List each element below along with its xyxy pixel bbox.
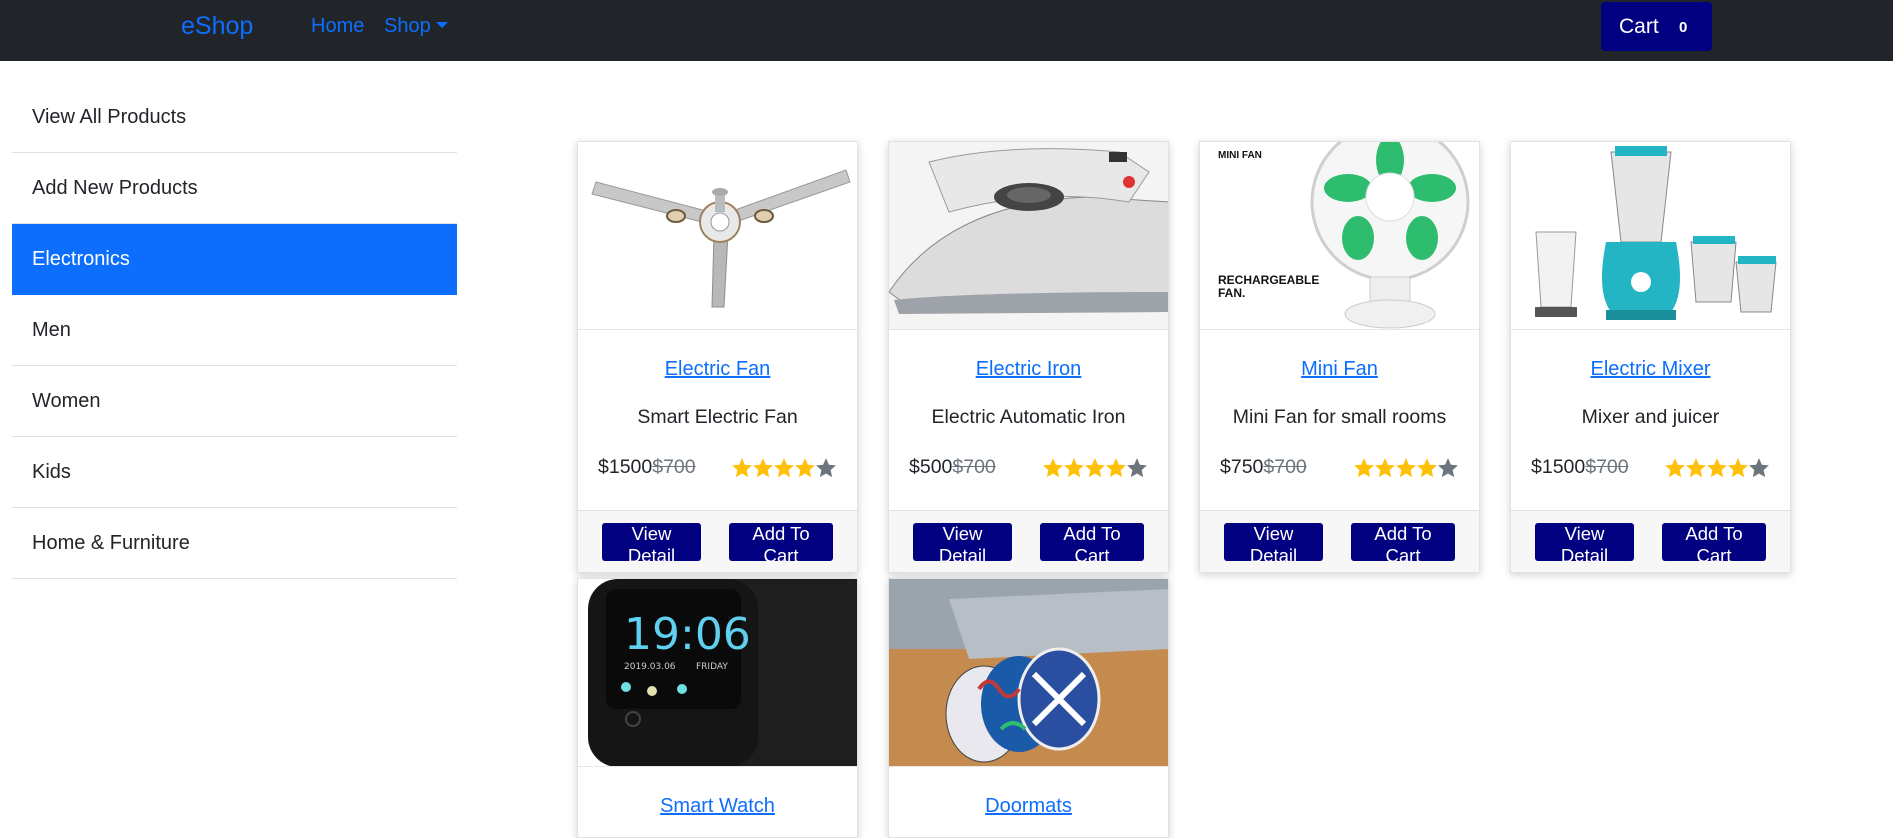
old-price: $700 (952, 456, 996, 478)
rating-stars (1665, 457, 1770, 479)
product-price: $1500$700 (598, 456, 696, 479)
product-price: $750$700 (1220, 456, 1307, 479)
add-to-cart-button[interactable]: Add To Cart (1040, 523, 1144, 566)
product-image-iron[interactable] (889, 142, 1168, 330)
add-to-cart-button[interactable]: Add To Cart (729, 523, 833, 566)
view-detail-button[interactable]: View Detail (602, 523, 701, 566)
star-empty-icon (1749, 458, 1769, 478)
product-card: Doormats (888, 578, 1169, 838)
image-text-rechargeable: RECHARGEABLE (1218, 273, 1319, 287)
product-title-link[interactable]: Electric Mixer (1511, 358, 1790, 381)
rating-stars (1043, 457, 1148, 479)
product-price: $1500$700 (1531, 456, 1629, 479)
sidebar-item-add-new-products[interactable]: Add New Products (12, 153, 457, 224)
image-text-mini-fan: MINI FAN (1218, 150, 1262, 161)
product-image-mixer[interactable] (1511, 142, 1790, 330)
cart-button[interactable]: Cart 0 (1601, 2, 1712, 51)
product-title-link[interactable]: Mini Fan (1200, 358, 1479, 381)
watch-time-text: 19:06 (624, 609, 751, 660)
star-filled-icon (1043, 458, 1063, 478)
image-text-fan: FAN. (1218, 286, 1245, 300)
star-filled-icon (732, 458, 752, 478)
sidebar-item-women[interactable]: Women (12, 366, 457, 437)
product-image-smart-watch[interactable]: 19:06 2019.03.06 FRIDAY (578, 579, 857, 767)
star-filled-icon (1064, 458, 1084, 478)
sidebar-item-view-all-products[interactable]: View All Products (12, 82, 457, 153)
product-title-link[interactable]: Electric Fan (578, 358, 857, 381)
product-image-mini-fan[interactable]: MINI FAN RECHARGEABLE FAN. (1200, 142, 1479, 330)
star-filled-icon (1707, 458, 1727, 478)
current-price: $1500 (598, 456, 653, 478)
star-filled-icon (1665, 458, 1685, 478)
star-empty-icon (816, 458, 836, 478)
cart-count-badge: 0 (1679, 19, 1688, 36)
view-detail-button[interactable]: View Detail (913, 523, 1012, 566)
product-description: Electric Automatic Iron (931, 406, 1126, 428)
star-filled-icon (774, 458, 794, 478)
rating-stars (1354, 457, 1459, 479)
star-filled-icon (1085, 458, 1105, 478)
product-card: MINI FAN RECHARGEABLE FAN. Mini Fan Mini… (1199, 141, 1480, 573)
sidebar-item-electronics[interactable]: Electronics (12, 224, 457, 295)
product-description: Smart Electric Fan (637, 406, 798, 428)
product-title-link[interactable]: Electric Iron (889, 358, 1168, 381)
old-price: $700 (1263, 456, 1307, 478)
current-price: $750 (1220, 456, 1264, 478)
product-card: 19:06 2019.03.06 FRIDAY Smart Watch (577, 578, 858, 838)
add-to-cart-button[interactable]: Add To Cart (1662, 523, 1766, 566)
watch-date-text: 2019.03.06 (624, 662, 676, 672)
star-filled-icon (1417, 458, 1437, 478)
sidebar-item-kids[interactable]: Kids (12, 437, 457, 508)
star-filled-icon (1728, 458, 1748, 478)
product-image-doormats[interactable] (889, 579, 1168, 767)
cart-label: Cart (1619, 15, 1659, 38)
star-filled-icon (1106, 458, 1126, 478)
star-empty-icon (1438, 458, 1458, 478)
old-price: $700 (652, 456, 696, 478)
nav-shop-dropdown[interactable]: Shop (384, 15, 448, 38)
product-description: Mixer and juicer (1581, 406, 1720, 428)
card-footer: View Detail Add To Cart (889, 510, 1168, 572)
sidebar-item-men[interactable]: Men (12, 295, 457, 366)
rating-stars (732, 457, 837, 479)
product-title-link[interactable]: Smart Watch (578, 795, 857, 818)
add-to-cart-button[interactable]: Add To Cart (1351, 523, 1455, 566)
star-empty-icon (1127, 458, 1147, 478)
current-price: $500 (909, 456, 953, 478)
top-navbar: eShop Home Shop Cart 0 (0, 0, 1893, 61)
smart-watch-image: 19:06 2019.03.06 FRIDAY (578, 579, 857, 766)
star-filled-icon (1375, 458, 1395, 478)
product-description: Mini Fan for small rooms (1232, 406, 1447, 428)
view-detail-button[interactable]: View Detail (1535, 523, 1634, 566)
card-footer: View Detail Add To Cart (578, 510, 857, 572)
iron-image (889, 142, 1168, 329)
current-price: $1500 (1531, 456, 1586, 478)
card-footer: View Detail Add To Cart (1511, 510, 1790, 572)
nav-shop-label: Shop (384, 15, 431, 37)
star-filled-icon (795, 458, 815, 478)
product-card: Electric Fan Smart Electric Fan $1500$70… (577, 141, 858, 573)
star-filled-icon (753, 458, 773, 478)
star-filled-icon (1686, 458, 1706, 478)
view-detail-button[interactable]: View Detail (1224, 523, 1323, 566)
card-footer: View Detail Add To Cart (1200, 510, 1479, 572)
old-price: $700 (1585, 456, 1629, 478)
product-card: Electric Mixer Mixer and juicer $1500$70… (1510, 141, 1791, 573)
caret-down-icon (435, 22, 448, 28)
star-filled-icon (1396, 458, 1416, 478)
star-filled-icon (1354, 458, 1374, 478)
ceiling-fan-image (578, 142, 857, 329)
product-card: Electric Iron Electric Automatic Iron $5… (888, 141, 1169, 573)
product-image-ceiling-fan[interactable] (578, 142, 857, 330)
doormats-image (889, 579, 1168, 766)
product-title-link[interactable]: Doormats (889, 795, 1168, 818)
brand-link[interactable]: eShop (181, 12, 253, 41)
mixer-image (1511, 142, 1790, 329)
nav-home-link[interactable]: Home (311, 15, 364, 38)
watch-day-text: FRIDAY (696, 662, 728, 672)
product-price: $500$700 (909, 456, 996, 479)
sidebar-item-home-furniture[interactable]: Home & Furniture (12, 508, 457, 579)
mini-fan-image: MINI FAN RECHARGEABLE FAN. (1200, 142, 1479, 329)
category-sidebar: View All Products Add New Products Elect… (12, 82, 457, 579)
